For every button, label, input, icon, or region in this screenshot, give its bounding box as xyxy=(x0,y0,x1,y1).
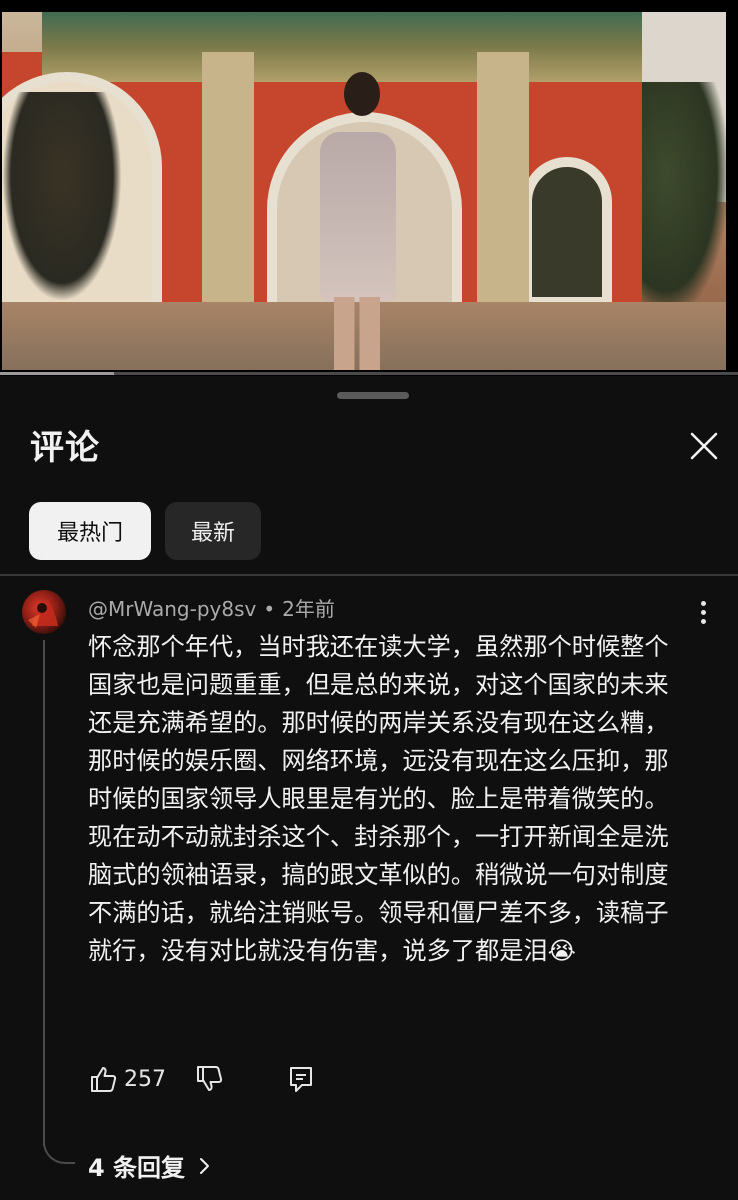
video-person xyxy=(312,72,402,370)
meta-separator: • xyxy=(263,597,276,621)
drag-handle[interactable] xyxy=(337,392,409,399)
person-dress xyxy=(320,132,396,302)
thread-connector xyxy=(43,1136,75,1164)
avatar-image xyxy=(28,600,58,628)
video-arch-right xyxy=(522,157,612,307)
comment-time: 2年前 xyxy=(282,597,335,621)
kebab-dot xyxy=(700,610,706,615)
comment-text: 怀念那个年代，当时我还在读大学，虽然那个时候整个国家也是问题重重，但是总的来说，… xyxy=(88,633,669,965)
reply-icon[interactable] xyxy=(286,1064,316,1094)
kebab-dot xyxy=(700,619,706,624)
more-vert-icon[interactable] xyxy=(690,598,716,628)
close-icon-svg xyxy=(690,432,718,460)
like-count: 257 xyxy=(124,1066,166,1092)
video-pillar xyxy=(477,52,529,312)
video-player[interactable] xyxy=(0,0,738,376)
comment-author[interactable]: @MrWang-py8sv xyxy=(88,597,256,621)
thread-line xyxy=(43,640,45,1146)
comment-meta: @MrWang-py8sv • 2年前 xyxy=(88,593,335,622)
comment-actions: 257 xyxy=(88,1062,316,1096)
person-head xyxy=(344,72,380,116)
thumbs-up-icon[interactable] xyxy=(88,1064,118,1094)
video-pillar xyxy=(202,52,254,312)
avatar[interactable] xyxy=(22,590,66,634)
replies-label: 4 条回复 xyxy=(88,1154,186,1182)
person-legs xyxy=(334,297,380,370)
divider xyxy=(0,574,738,576)
view-replies-button[interactable]: 4 条回复 xyxy=(88,1148,215,1183)
filter-top-comments[interactable]: 最热门 xyxy=(29,502,151,560)
video-trees-left xyxy=(2,92,122,302)
video-progress-fill xyxy=(0,372,115,375)
filter-newest[interactable]: 最新 xyxy=(165,502,261,560)
chevron-right-icon xyxy=(200,1157,210,1174)
thumbs-down-icon[interactable] xyxy=(194,1064,224,1094)
video-progress-bar[interactable] xyxy=(0,372,738,375)
kebab-dot xyxy=(700,601,706,606)
close-icon[interactable] xyxy=(684,426,724,466)
sheet-title: 评论 xyxy=(30,428,100,468)
comments-sheet: 评论 最热门 最新 @MrWang-py8sv • 2年前 怀念那个年代，当时我还在… xyxy=(0,376,738,1200)
video-frame xyxy=(2,12,726,370)
